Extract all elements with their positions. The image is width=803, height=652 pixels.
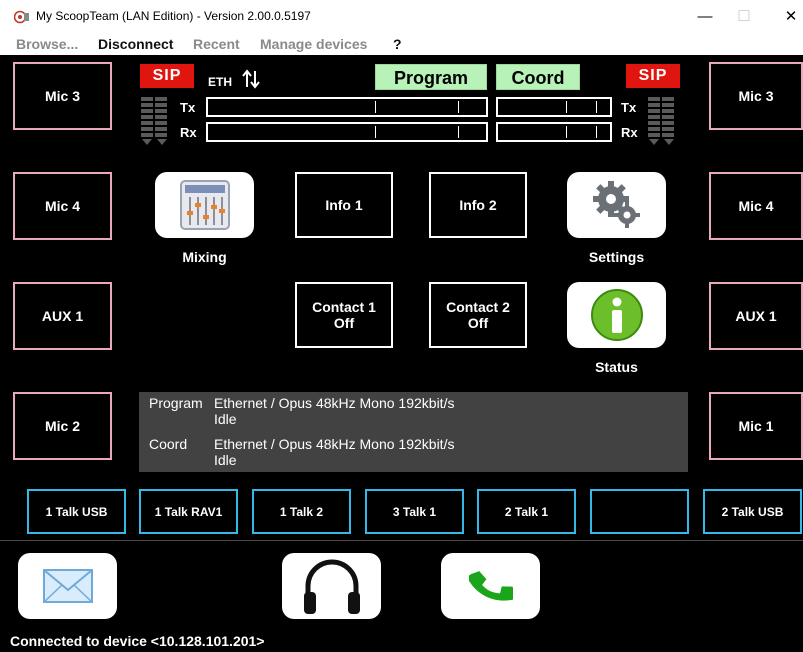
right-level-down-icon [649, 139, 659, 145]
talk-button-5[interactable]: 2 Talk 1 [477, 489, 576, 534]
coord-info-state: Idle [214, 452, 237, 468]
eth-label: ETH [208, 75, 232, 89]
program-rx-meter [206, 122, 488, 142]
left-level-down-icon [142, 139, 152, 145]
message-button[interactable] [18, 553, 117, 619]
minimize-button[interactable]: — [690, 6, 720, 28]
close-button[interactable]: ✕ [776, 6, 803, 28]
gears-icon [592, 181, 640, 228]
talk-button-2[interactable]: 1 Talk RAV1 [139, 489, 238, 534]
menu-help[interactable]: ? [393, 36, 402, 52]
talk-button-3[interactable]: 1 Talk 2 [252, 489, 351, 534]
connection-info-panel: Program Ethernet / Opus 48kHz Mono 192kb… [139, 392, 688, 472]
maximize-button[interactable]: ☐ [729, 6, 759, 28]
coord-info-codec: Ethernet / Opus 48kHz Mono 192kbit/s [214, 436, 455, 452]
left-mic3-button[interactable]: Mic 3 [13, 62, 112, 130]
contact1-title: Contact 1 [312, 299, 376, 315]
sip-left-badge: SIP [140, 64, 194, 88]
info-icon [590, 289, 643, 341]
mixing-button[interactable] [155, 172, 254, 238]
info1-button[interactable]: Info 1 [295, 172, 393, 238]
menu-recent[interactable]: Recent [193, 36, 240, 52]
left-level-meter [141, 97, 167, 139]
right-level-down-icon [664, 139, 674, 145]
contact2-title: Contact 2 [446, 299, 510, 315]
app-icon [14, 10, 29, 24]
tx-right-label: Tx [621, 100, 637, 115]
program-tab[interactable]: Program [375, 64, 487, 90]
app-window: My ScoopTeam (LAN Edition) - Version 2.0… [0, 0, 803, 652]
call-button[interactable] [441, 553, 540, 619]
right-aux1-button[interactable]: AUX 1 [709, 282, 803, 350]
coord-tab[interactable]: Coord [496, 64, 580, 90]
program-info-state: Idle [214, 411, 237, 427]
program-info-label: Program [149, 395, 203, 411]
left-level-down-icon [157, 139, 167, 145]
program-tx-meter [206, 97, 488, 117]
settings-button[interactable] [567, 172, 666, 238]
menu-manage-devices[interactable]: Manage devices [260, 36, 367, 52]
envelope-icon [42, 569, 93, 603]
main-panel: Mic 3 Mic 4 AUX 1 Mic 2 Mic 3 Mic 4 AUX … [0, 55, 803, 540]
talk-button-6[interactable] [590, 489, 689, 534]
menu-disconnect[interactable]: Disconnect [98, 36, 173, 52]
coord-tx-meter [496, 97, 612, 117]
headphones-icon [303, 559, 360, 614]
contact2-state: Off [467, 315, 489, 331]
mixer-icon [179, 180, 230, 230]
right-mic3-button[interactable]: Mic 3 [709, 62, 803, 130]
right-mic1-button[interactable]: Mic 1 [709, 392, 803, 460]
contact1-button[interactable]: Contact 1 Off [295, 282, 393, 348]
right-level-meter [648, 97, 674, 139]
talk-button-1[interactable]: 1 Talk USB [27, 489, 126, 534]
status-bar: Connected to device <10.128.101.201> [0, 630, 803, 652]
talk-button-4[interactable]: 3 Talk 1 [365, 489, 464, 534]
contact1-state: Off [333, 315, 355, 331]
coord-rx-meter [496, 122, 612, 142]
info2-button[interactable]: Info 2 [429, 172, 527, 238]
mixing-label: Mixing [182, 249, 227, 265]
info1-label: Info 1 [325, 197, 363, 213]
headphones-button[interactable] [282, 553, 381, 619]
menu-browse[interactable]: Browse... [16, 36, 78, 52]
left-aux1-button[interactable]: AUX 1 [13, 282, 112, 350]
coord-info-label: Coord [149, 436, 188, 452]
eth-arrows-icon [242, 69, 260, 89]
title-bar: My ScoopTeam (LAN Edition) - Version 2.0… [0, 0, 803, 33]
talk-button-7[interactable]: 2 Talk USB [703, 489, 802, 534]
phone-icon [468, 571, 513, 601]
program-info-codec: Ethernet / Opus 48kHz Mono 192kbit/s [214, 395, 455, 411]
settings-label: Settings [588, 249, 645, 265]
info2-label: Info 2 [459, 197, 497, 213]
window-title: My ScoopTeam (LAN Edition) - Version 2.0… [36, 9, 311, 23]
left-mic2-button[interactable]: Mic 2 [13, 392, 112, 460]
contact2-button[interactable]: Contact 2 Off [429, 282, 527, 348]
right-mic4-button[interactable]: Mic 4 [709, 172, 803, 240]
tx-left-label: Tx [180, 100, 196, 115]
status-button[interactable] [567, 282, 666, 348]
sip-right-badge: SIP [626, 64, 680, 88]
rx-right-label: Rx [621, 125, 638, 140]
menu-bar: Browse... Disconnect Recent Manage devic… [0, 33, 803, 55]
bottom-toolbar [0, 540, 803, 630]
status-label: Status [595, 359, 638, 375]
rx-left-label: Rx [180, 125, 197, 140]
left-mic4-button[interactable]: Mic 4 [13, 172, 112, 240]
